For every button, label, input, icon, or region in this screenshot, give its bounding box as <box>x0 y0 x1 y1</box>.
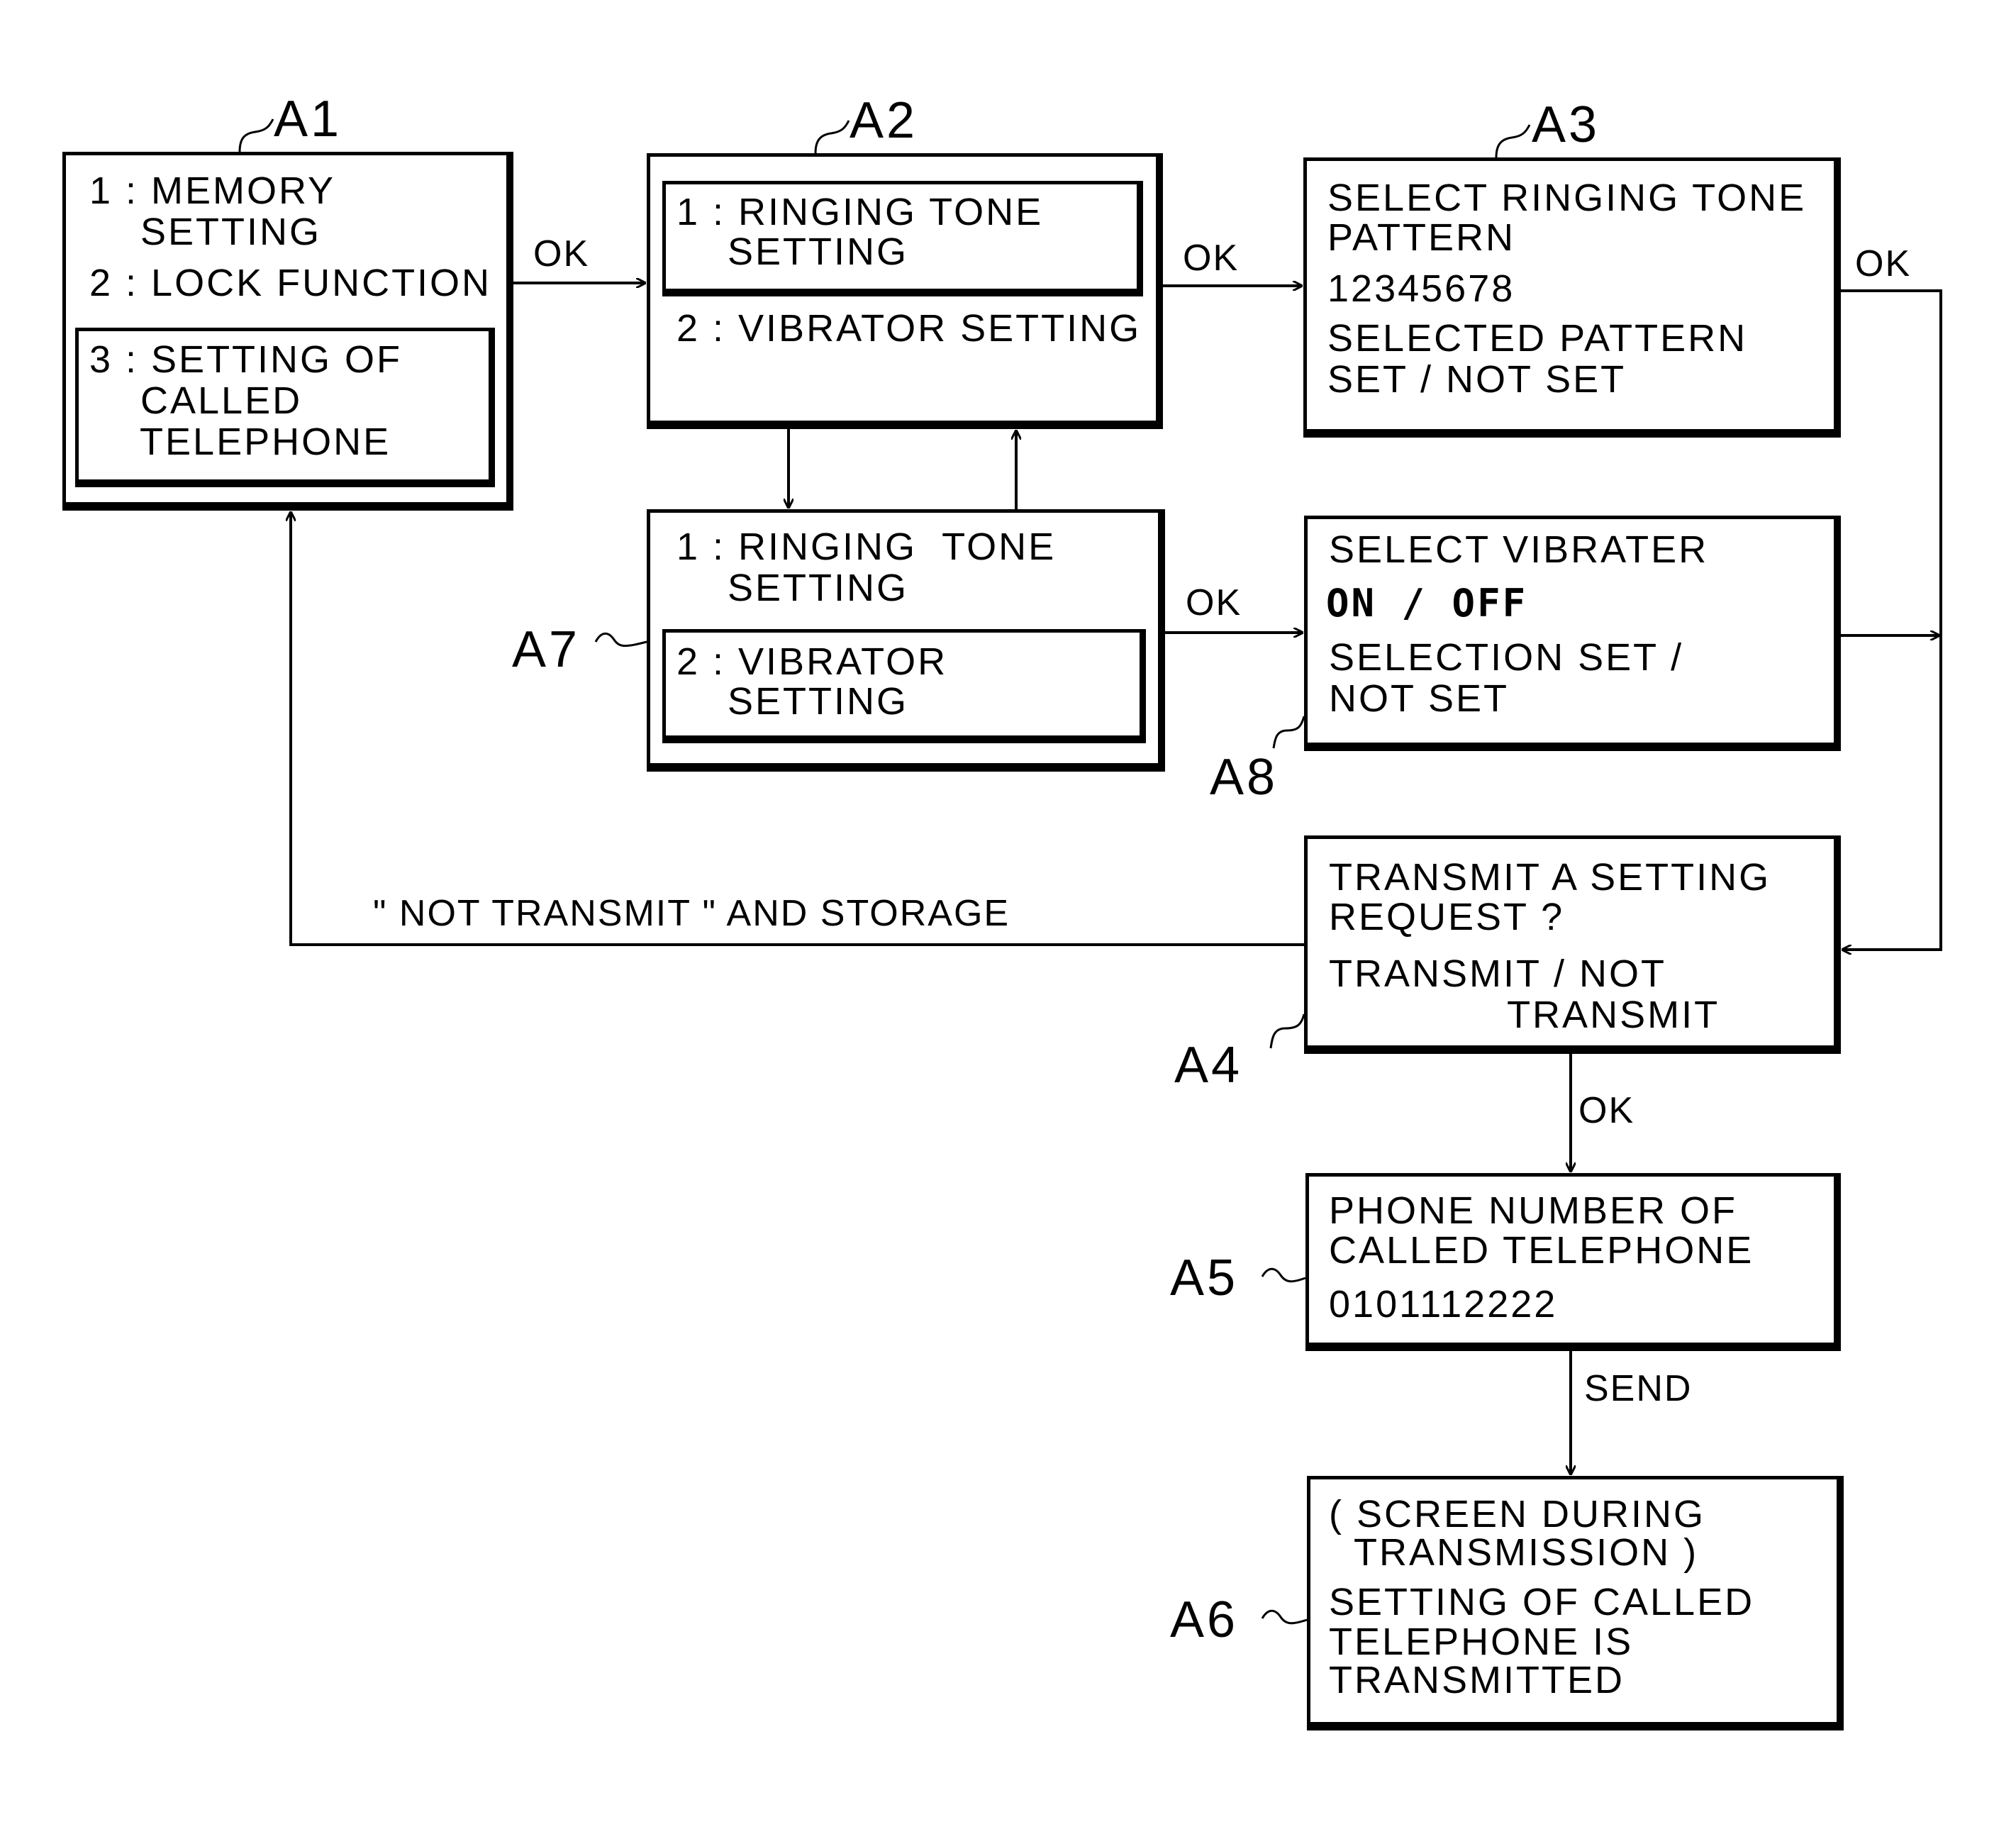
leader-a6 <box>1261 1609 1308 1625</box>
a8-line4: NOT SET <box>1329 677 1510 720</box>
a1-item-memory-setting-cont: SETTING <box>89 211 322 253</box>
edge-label-a5-a6: SEND <box>1584 1368 1693 1409</box>
edge-label-a1-a2: OK <box>533 233 590 274</box>
a4-line4: TRANSMIT <box>1329 994 1720 1036</box>
a8-on-off: ON / OFF <box>1326 581 1528 626</box>
leader-a7 <box>594 632 647 648</box>
a1-selected-item-line1: 3 : SETTING OF <box>89 338 403 381</box>
edge-label-a4-a1: " NOT TRANSMIT " AND STORAGE <box>373 893 1010 934</box>
a2-selected-item-line2: SETTING <box>676 230 909 273</box>
a4-line3: TRANSMIT / NOT <box>1329 952 1667 995</box>
label-a4: A4 <box>1174 1037 1243 1094</box>
a3-line2: PATTERN <box>1327 216 1516 259</box>
a4-line1: TRANSMIT A SETTING <box>1329 856 1771 899</box>
a3-pattern-numbers: 12345678 <box>1327 267 1515 310</box>
a4-line2: REQUEST ? <box>1329 896 1565 938</box>
a1-item-memory-setting: 1 : MEMORY <box>89 170 336 212</box>
a5-line1: PHONE NUMBER OF <box>1329 1189 1738 1232</box>
a3-line4: SELECTED PATTERN <box>1327 317 1748 360</box>
label-a7: A7 <box>512 621 581 678</box>
a5-line2: CALLED TELEPHONE <box>1329 1229 1754 1272</box>
label-a6: A6 <box>1170 1591 1239 1648</box>
leader-a1 <box>238 118 274 152</box>
a6-line3: SETTING OF CALLED <box>1329 1581 1755 1623</box>
label-a3: A3 <box>1532 96 1600 153</box>
a7-selected-item-line1: 2 : VIBRATOR <box>676 640 948 683</box>
edge-label-a7-a8: OK <box>1186 582 1242 623</box>
a5-phone-number: 0101112222 <box>1329 1283 1558 1326</box>
a6-line5: TRANSMITTED <box>1329 1659 1625 1701</box>
leader-a3 <box>1495 124 1531 158</box>
edge-label-a4-a5: OK <box>1578 1090 1635 1131</box>
arrow-a3-to-a4 <box>1841 289 1942 950</box>
a6-line2: TRANSMISSION ) <box>1329 1531 1699 1574</box>
a7-item-ringing-tone-cont: SETTING <box>676 567 909 609</box>
a6-line1: ( SCREEN DURING <box>1329 1493 1706 1535</box>
a7-selected-item-line2: SETTING <box>676 680 909 723</box>
a7-item-ringing-tone: 1 : RINGING TONE <box>676 526 1057 568</box>
a8-line1: SELECT VIBRATER <box>1329 528 1709 571</box>
a3-line1: SELECT RINGING TONE <box>1327 177 1807 219</box>
a1-item-lock-function: 2 : LOCK FUNCTION <box>89 262 492 304</box>
a2-item-vibrator-setting: 2 : VIBRATOR SETTING <box>676 307 1142 350</box>
label-a8: A8 <box>1210 749 1279 806</box>
edge-label-a3-a4: OK <box>1855 243 1912 284</box>
a2-selected-item-line1: 1 : RINGING TONE <box>676 191 1044 233</box>
a1-selected-item-line3: TELEPHONE <box>89 421 391 463</box>
a3-line5: SET / NOT SET <box>1327 358 1627 401</box>
a8-line3: SELECTION SET / <box>1329 636 1684 679</box>
a1-selected-item-line2: CALLED <box>89 379 303 422</box>
leader-a5 <box>1261 1267 1306 1283</box>
leader-a2 <box>814 120 850 154</box>
label-a2: A2 <box>850 92 918 149</box>
leader-a4 <box>1269 1013 1305 1049</box>
label-a1: A1 <box>274 91 343 148</box>
a6-line4: TELEPHONE IS <box>1329 1621 1634 1663</box>
leader-a8 <box>1272 716 1305 749</box>
edge-label-a2-a3: OK <box>1183 238 1240 279</box>
label-a5: A5 <box>1170 1250 1239 1306</box>
